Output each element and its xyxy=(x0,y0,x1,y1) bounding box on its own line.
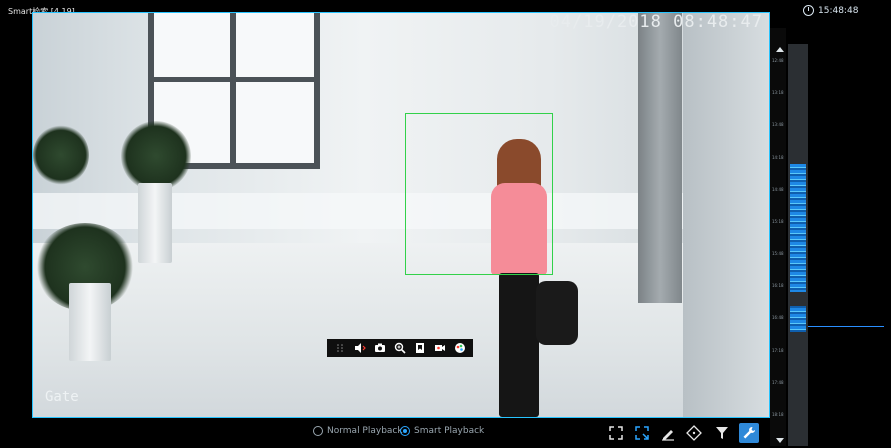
region-select-icon[interactable] xyxy=(632,423,652,443)
timeline-tick-label: 14:18 xyxy=(772,154,784,160)
timeline-tick-label: 15:48 xyxy=(772,251,784,257)
scroll-up-icon[interactable] xyxy=(776,47,784,52)
draw-line-icon[interactable] xyxy=(658,423,678,443)
backpack xyxy=(536,281,578,345)
record-icon[interactable] xyxy=(433,342,447,354)
detection-box[interactable] xyxy=(405,113,553,275)
clock: 15:48:48 xyxy=(803,5,858,16)
timeline-gap xyxy=(790,292,806,306)
zoom-icon[interactable] xyxy=(393,342,407,354)
video-timestamp: 04/19/2018 08:48:47 xyxy=(549,12,763,32)
timeline-tick-label: 13:48 xyxy=(772,122,784,128)
timeline-tick-label: 12:48 xyxy=(772,58,784,63)
plant-pot xyxy=(138,183,172,263)
normal-playback-option[interactable]: Normal Playback xyxy=(313,426,403,436)
right-wall xyxy=(683,13,769,417)
timeline-tick-label: 16:48 xyxy=(772,315,784,321)
smart-playback-label: Smart Playback xyxy=(414,426,485,436)
timeline-matches[interactable] xyxy=(790,164,806,332)
normal-playback-label: Normal Playback xyxy=(327,426,403,436)
pillar xyxy=(638,13,682,303)
motion-target-icon[interactable] xyxy=(684,423,704,443)
drag-handle-icon[interactable] xyxy=(333,342,347,354)
camera-name: Gate xyxy=(45,389,79,405)
timeline-tick-label: 13:18 xyxy=(772,90,784,96)
timeline-tick-label: 14:48 xyxy=(772,186,784,192)
audio-icon[interactable] xyxy=(353,342,367,354)
person-legs xyxy=(499,273,539,417)
fullscreen-icon[interactable] xyxy=(606,423,626,443)
clock-icon xyxy=(803,5,814,16)
timeline-ticks: 12:48 13:18 13:48 14:18 14:48 15:18 15:48 16:18… xyxy=(772,58,790,418)
timeline-cursor[interactable] xyxy=(808,326,884,327)
smart-playback-option[interactable]: Smart Playback xyxy=(400,426,484,436)
timeline-tick-label: 17:48 xyxy=(772,379,784,385)
plant-pot xyxy=(69,283,111,361)
snapshot-icon[interactable] xyxy=(373,342,387,354)
plant xyxy=(121,121,191,191)
timeline-tick-label: 16:18 xyxy=(772,283,784,289)
clock-time: 15:48:48 xyxy=(818,5,859,16)
bookmark-icon[interactable] xyxy=(413,342,427,354)
color-icon[interactable] xyxy=(453,342,467,354)
filter-icon[interactable] xyxy=(712,423,732,443)
normal-playback-radio[interactable] xyxy=(313,426,323,436)
camera-toolbar xyxy=(327,339,473,357)
timeline-tick-label: 15:18 xyxy=(772,218,784,224)
settings-wrench-icon[interactable] xyxy=(739,423,759,443)
smart-playback-radio[interactable] xyxy=(400,426,410,436)
plant xyxy=(33,125,89,185)
timeline-tick-label: 17:18 xyxy=(772,347,784,353)
timeline-tick-label: 18:18 xyxy=(772,412,784,417)
video-viewport[interactable]: 04/19/2018 08:48:47 Gate xyxy=(32,12,770,418)
